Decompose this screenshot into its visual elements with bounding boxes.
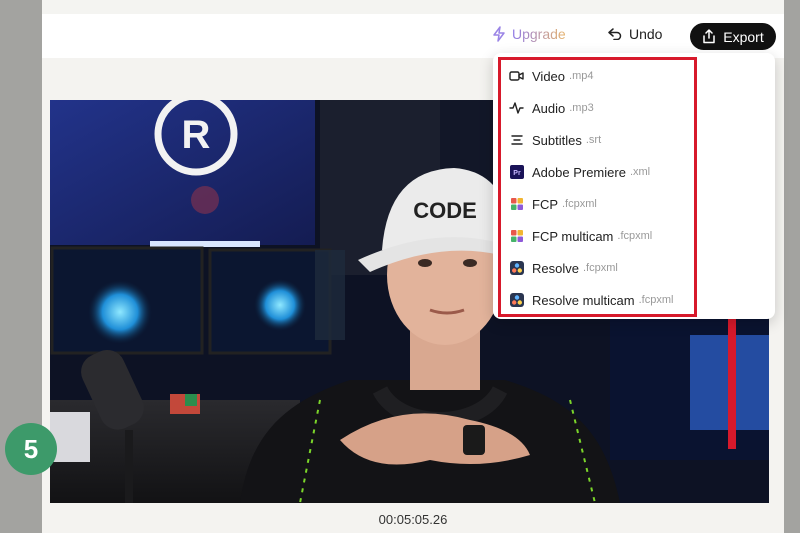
export-option-resolve[interactable]: Resolve .fcpxml bbox=[501, 252, 694, 284]
svg-text:Pr: Pr bbox=[513, 170, 521, 177]
resolve-icon bbox=[509, 293, 524, 308]
export-option-adobe-premiere[interactable]: Pr Adobe Premiere .xml bbox=[501, 156, 694, 188]
undo-button[interactable]: Undo bbox=[608, 26, 662, 42]
export-option-extension: .xml bbox=[629, 166, 651, 178]
video-icon bbox=[509, 69, 524, 84]
audio-waveform-icon bbox=[509, 101, 524, 116]
fcp-icon bbox=[509, 197, 524, 212]
export-option-audio[interactable]: Audio .mp3 bbox=[501, 92, 694, 124]
export-option-resolve-multicam[interactable]: Resolve multicam .fcpxml bbox=[501, 284, 694, 316]
export-menu: Video .mp4 Audio .mp3 Subtitles .srt Pr … bbox=[493, 53, 775, 319]
step-number-badge: 5 bbox=[5, 423, 57, 475]
export-options-highlight: Video .mp4 Audio .mp3 Subtitles .srt Pr … bbox=[498, 57, 697, 317]
svg-text:R: R bbox=[182, 113, 211, 157]
cap-logo-text: CODE bbox=[413, 198, 477, 223]
export-button[interactable]: Export bbox=[690, 23, 776, 50]
subtitles-icon bbox=[509, 133, 524, 148]
fcp-icon bbox=[509, 229, 524, 244]
export-option-extension: .fcpxml bbox=[582, 262, 618, 274]
upgrade-button[interactable]: Upgrade bbox=[492, 26, 566, 42]
top-bar: Upgrade Undo Export bbox=[42, 14, 784, 58]
export-option-label: FCP bbox=[532, 196, 558, 212]
export-option-fcp-multicam[interactable]: FCP multicam .fcpxml bbox=[501, 220, 694, 252]
export-option-label: FCP multicam bbox=[532, 228, 614, 244]
export-option-label: Resolve bbox=[532, 260, 579, 276]
resolve-icon bbox=[509, 261, 524, 276]
export-option-subtitles[interactable]: Subtitles .srt bbox=[501, 124, 694, 156]
export-option-extension: .fcpxml bbox=[562, 198, 597, 210]
export-option-label: Resolve multicam bbox=[532, 292, 635, 308]
playhead-timecode: 00:05:05.26 bbox=[378, 512, 448, 527]
undo-icon bbox=[608, 28, 622, 40]
premiere-icon: Pr bbox=[509, 165, 524, 180]
export-option-label: Audio bbox=[532, 100, 566, 116]
export-option-extension: .fcpxml bbox=[638, 294, 674, 306]
export-label: Export bbox=[723, 28, 764, 45]
export-option-extension: .mp3 bbox=[569, 102, 594, 114]
export-option-fcp[interactable]: FCP .fcpxml bbox=[501, 188, 694, 220]
export-option-label: Video bbox=[532, 68, 566, 84]
upgrade-label: Upgrade bbox=[512, 26, 566, 42]
export-option-extension: .srt bbox=[585, 134, 602, 146]
export-option-label: Adobe Premiere bbox=[532, 164, 626, 180]
export-option-label: Subtitles bbox=[532, 132, 582, 148]
right-margin bbox=[784, 0, 800, 533]
export-option-video[interactable]: Video .mp4 bbox=[501, 60, 694, 92]
undo-label: Undo bbox=[629, 26, 663, 42]
lightning-icon bbox=[493, 26, 505, 42]
share-upload-icon bbox=[703, 29, 716, 44]
export-option-extension: .fcpxml bbox=[617, 230, 653, 242]
export-option-extension: .mp4 bbox=[569, 70, 594, 82]
